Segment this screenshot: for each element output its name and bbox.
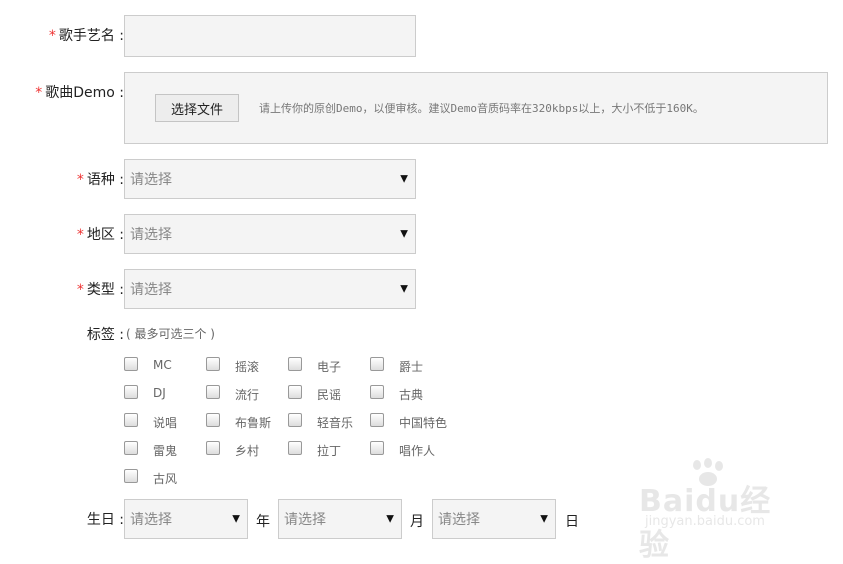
genre-select[interactable]: 请选择 ▼ — [124, 269, 416, 309]
birth-month-select[interactable]: 请选择 ▼ — [278, 499, 402, 539]
demo-upload-area: 选择文件 请上传你的原创Demo，以便审核。建议Demo音质码率在320kbps… — [124, 72, 828, 144]
triangle-down-icon: ▼ — [400, 283, 408, 295]
tag-option-label: 流行 — [235, 388, 260, 402]
triangle-down-icon: ▼ — [540, 513, 548, 525]
month-unit: 月 — [410, 514, 424, 530]
genre-select-value: 请选择 — [130, 282, 172, 298]
tag-option-label: DJ — [153, 386, 166, 400]
tag-option-label: MC — [153, 358, 172, 372]
checkbox-unchecked-icon[interactable] — [370, 413, 384, 427]
checkbox-unchecked-icon[interactable] — [288, 385, 302, 399]
checkbox-unchecked-icon[interactable] — [206, 385, 220, 399]
tag-option-label: 中国特色 — [399, 416, 448, 430]
required-mark: * — [48, 28, 56, 44]
tag-option-label: 乡村 — [235, 444, 260, 458]
tag-option-label: 唱作人 — [399, 444, 436, 458]
year-unit: 年 — [256, 514, 270, 530]
checkbox-unchecked-icon[interactable] — [288, 357, 302, 371]
tag-option-label: 拉丁 — [317, 444, 342, 458]
checkbox-unchecked-icon[interactable] — [124, 469, 138, 483]
required-mark: * — [76, 172, 84, 188]
checkbox-unchecked-icon[interactable] — [288, 413, 302, 427]
region-label: * 地区 : — [76, 227, 124, 243]
checkbox-unchecked-icon[interactable] — [124, 413, 138, 427]
birth-year-select[interactable]: 请选择 ▼ — [124, 499, 248, 539]
triangle-down-icon: ▼ — [386, 513, 394, 525]
checkbox-unchecked-icon[interactable] — [124, 441, 138, 455]
checkbox-unchecked-icon[interactable] — [370, 357, 384, 371]
language-label: * 语种 : — [76, 172, 124, 188]
tag-option-label: 雷鬼 — [153, 444, 178, 458]
birth-year-value: 请选择 — [130, 512, 172, 528]
required-mark: * — [35, 85, 43, 101]
tags-label: 标签 : — [86, 327, 124, 343]
checkbox-unchecked-icon[interactable] — [288, 441, 302, 455]
checkbox-unchecked-icon[interactable] — [370, 385, 384, 399]
required-mark: * — [76, 282, 84, 298]
singer-name-label: * 歌手艺名 : — [48, 28, 124, 44]
triangle-down-icon: ▼ — [232, 513, 240, 525]
checkbox-unchecked-icon[interactable] — [206, 413, 220, 427]
birthday-label: 生日 : — [86, 512, 124, 528]
watermark-url: jingyan.baidu.com — [645, 514, 765, 529]
birth-day-select[interactable]: 请选择 ▼ — [432, 499, 556, 539]
region-select-value: 请选择 — [130, 227, 172, 243]
genre-label: * 类型 : — [76, 282, 124, 298]
tag-option-label: 爵士 — [399, 360, 424, 374]
tag-option-label: 说唱 — [153, 416, 178, 430]
tag-option-label: 民谣 — [317, 388, 342, 402]
triangle-down-icon: ▼ — [400, 173, 408, 185]
demo-hint-text: 请上传你的原创Demo，以便审核。建议Demo音质码率在320kbps以上，大小… — [259, 102, 704, 115]
checkbox-unchecked-icon[interactable] — [206, 441, 220, 455]
demo-label: * 歌曲Demo : — [35, 85, 124, 101]
checkbox-unchecked-icon[interactable] — [370, 441, 384, 455]
singer-name-input[interactable] — [124, 15, 416, 57]
tag-option-label: 轻音乐 — [317, 416, 354, 430]
birth-month-value: 请选择 — [284, 512, 326, 528]
language-select-value: 请选择 — [130, 172, 172, 188]
birth-day-value: 请选择 — [438, 512, 480, 528]
required-mark: * — [76, 227, 84, 243]
tag-option-label: 电子 — [317, 360, 342, 374]
baidu-jingyan-watermark: Baidu经验 jingyan.baidu.com — [639, 458, 799, 563]
tag-option-label: 布鲁斯 — [235, 416, 272, 430]
checkbox-unchecked-icon[interactable] — [124, 357, 138, 371]
region-select[interactable]: 请选择 ▼ — [124, 214, 416, 254]
triangle-down-icon: ▼ — [400, 228, 408, 240]
choose-file-button[interactable]: 选择文件 — [155, 94, 239, 122]
tags-hint: ( 最多可选三个 ) — [126, 327, 215, 341]
tag-option-label: 古风 — [153, 472, 178, 486]
language-select[interactable]: 请选择 ▼ — [124, 159, 416, 199]
day-unit: 日 — [565, 514, 579, 530]
checkbox-unchecked-icon[interactable] — [206, 357, 220, 371]
tag-option-label: 摇滚 — [235, 360, 260, 374]
tag-option-label: 古典 — [399, 388, 424, 402]
checkbox-unchecked-icon[interactable] — [124, 385, 138, 399]
